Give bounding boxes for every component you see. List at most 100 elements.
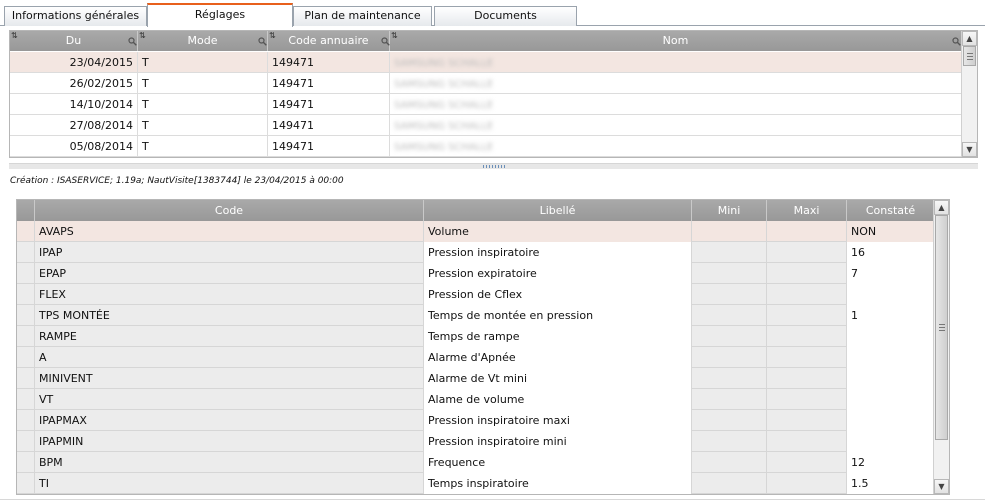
row-indicator[interactable] (17, 452, 35, 473)
visit-row[interactable]: 26/02/2015 T 149471 SAMSUNG SCHALLE (10, 73, 962, 94)
row-indicator-header (17, 200, 35, 221)
tab-informations-generales[interactable]: Informations générales (4, 6, 147, 26)
column-header-maxi[interactable]: Maxi (767, 200, 847, 221)
cell-maxi (767, 284, 847, 305)
row-indicator[interactable] (17, 305, 35, 326)
settings-row[interactable]: RAMPE Temps de rampe (17, 326, 934, 347)
visit-row[interactable]: 05/08/2014 T 149471 SAMSUNG SCHALLE (10, 136, 962, 157)
column-header-code[interactable]: Code (35, 200, 424, 221)
cell-constate[interactable]: 1.5 (847, 473, 934, 494)
row-indicator[interactable] (17, 347, 35, 368)
row-indicator[interactable] (17, 368, 35, 389)
settings-row[interactable]: EPAP Pression expiratoire 7 (17, 263, 934, 284)
cell-constate[interactable]: 7 (847, 263, 934, 284)
cell-code: IPAP (35, 242, 424, 263)
cell-constate[interactable] (847, 368, 934, 389)
cell-constate[interactable] (847, 410, 934, 431)
settings-row[interactable]: TI Temps inspiratoire 1.5 (17, 473, 934, 494)
tab-reglages[interactable]: Réglages (147, 3, 293, 27)
cell-mini (692, 263, 767, 284)
filter-search-icon[interactable] (128, 37, 137, 46)
cell-code: IPAPMIN (35, 431, 424, 452)
cell-libelle: Pression inspiratoire maxi (424, 410, 692, 431)
cell-constate[interactable] (847, 347, 934, 368)
row-indicator[interactable] (17, 473, 35, 494)
settings-row[interactable]: TPS MONTÉE Temps de montée en pression 1 (17, 305, 934, 326)
row-indicator[interactable] (17, 263, 35, 284)
column-header-mini[interactable]: Mini (692, 200, 767, 221)
settings-row[interactable]: AVAPS Volume NON (17, 221, 934, 242)
tab-documents[interactable]: Documents (434, 6, 577, 26)
row-indicator[interactable] (17, 284, 35, 305)
cell-maxi (767, 326, 847, 347)
tab-plan-de-maintenance[interactable]: Plan de maintenance (293, 6, 432, 26)
column-header-nom[interactable]: ⇅ Nom (390, 31, 962, 51)
cell-mini (692, 431, 767, 452)
row-indicator[interactable] (17, 326, 35, 347)
settings-grid: Code Libellé Mini Maxi Constaté AVAPS Vol… (16, 199, 950, 495)
cell-mini (692, 452, 767, 473)
cell-constate[interactable] (847, 431, 934, 452)
settings-scrollbar[interactable]: ▲ ▼ (933, 200, 949, 494)
cell-constate[interactable]: 12 (847, 452, 934, 473)
cell-mode: T (138, 115, 268, 136)
visit-row[interactable]: 27/08/2014 T 149471 SAMSUNG SCHALLE (10, 115, 962, 136)
cell-libelle: Pression expiratoire (424, 263, 692, 284)
row-indicator[interactable] (17, 389, 35, 410)
cell-mode: T (138, 136, 268, 157)
cell-mode: T (138, 73, 268, 94)
cell-code: TI (35, 473, 424, 494)
tab-bar: Informations générales Réglages Plan de … (0, 0, 985, 27)
visit-row[interactable]: 23/04/2015 T 149471 SAMSUNG SCHALLE (10, 52, 962, 73)
row-indicator[interactable] (17, 242, 35, 263)
cell-constate[interactable] (847, 284, 934, 305)
scroll-thumb[interactable] (963, 46, 976, 66)
cell-du: 23/04/2015 (10, 52, 138, 73)
column-header-du[interactable]: ⇅ Du (10, 31, 138, 51)
cell-mode: T (138, 94, 268, 115)
cell-maxi (767, 389, 847, 410)
settings-row[interactable]: IPAP Pression inspiratoire 16 (17, 242, 934, 263)
row-indicator[interactable] (17, 431, 35, 452)
panel-splitter[interactable] (9, 163, 978, 169)
cell-code: VT (35, 389, 424, 410)
scroll-thumb[interactable] (935, 215, 948, 440)
row-indicator[interactable] (17, 221, 35, 242)
settings-row[interactable]: FLEX Pression de Cflex (17, 284, 934, 305)
scroll-up-arrow-icon[interactable]: ▲ (934, 200, 949, 215)
settings-row[interactable]: IPAPMIN Pression inspiratoire mini (17, 431, 934, 452)
settings-row[interactable]: A Alarme d'Apnée (17, 347, 934, 368)
column-header-constate[interactable]: Constaté (847, 200, 934, 221)
filter-search-icon[interactable] (381, 37, 390, 46)
cell-mode: T (138, 52, 268, 73)
cell-du: 27/08/2014 (10, 115, 138, 136)
sort-icon: ⇅ (11, 31, 18, 40)
cell-constate[interactable]: 16 (847, 242, 934, 263)
cell-constate[interactable]: 1 (847, 305, 934, 326)
column-header-libelle[interactable]: Libellé (424, 200, 692, 221)
cell-libelle: Pression de Cflex (424, 284, 692, 305)
visit-row[interactable]: 14/10/2014 T 149471 SAMSUNG SCHALLE (10, 94, 962, 115)
cell-code: AVAPS (35, 221, 424, 242)
row-indicator[interactable] (17, 410, 35, 431)
scroll-down-arrow-icon[interactable]: ▼ (962, 142, 977, 157)
cell-constate[interactable] (847, 326, 934, 347)
settings-row[interactable]: MINIVENT Alarme de Vt mini (17, 368, 934, 389)
column-header-mode[interactable]: ⇅ Mode (138, 31, 268, 51)
filter-search-icon[interactable] (258, 37, 267, 46)
settings-row[interactable]: IPAPMAX Pression inspiratoire maxi (17, 410, 934, 431)
cell-constate[interactable]: NON (847, 221, 934, 242)
splitter-grip-icon (483, 165, 505, 168)
cell-mini (692, 473, 767, 494)
scroll-up-arrow-icon[interactable]: ▲ (962, 31, 977, 46)
settings-row[interactable]: VT Alame de volume (17, 389, 934, 410)
cell-constate[interactable] (847, 389, 934, 410)
settings-row[interactable]: BPM Frequence 12 (17, 452, 934, 473)
cell-code: A (35, 347, 424, 368)
cell-libelle: Pression inspiratoire (424, 242, 692, 263)
filter-search-icon[interactable] (952, 37, 961, 46)
scroll-down-arrow-icon[interactable]: ▼ (934, 479, 949, 494)
cell-code: TPS MONTÉE (35, 305, 424, 326)
visits-scrollbar[interactable]: ▲ ▼ (961, 31, 977, 157)
column-header-code-annuaire[interactable]: ⇅ Code annuaire (268, 31, 390, 51)
